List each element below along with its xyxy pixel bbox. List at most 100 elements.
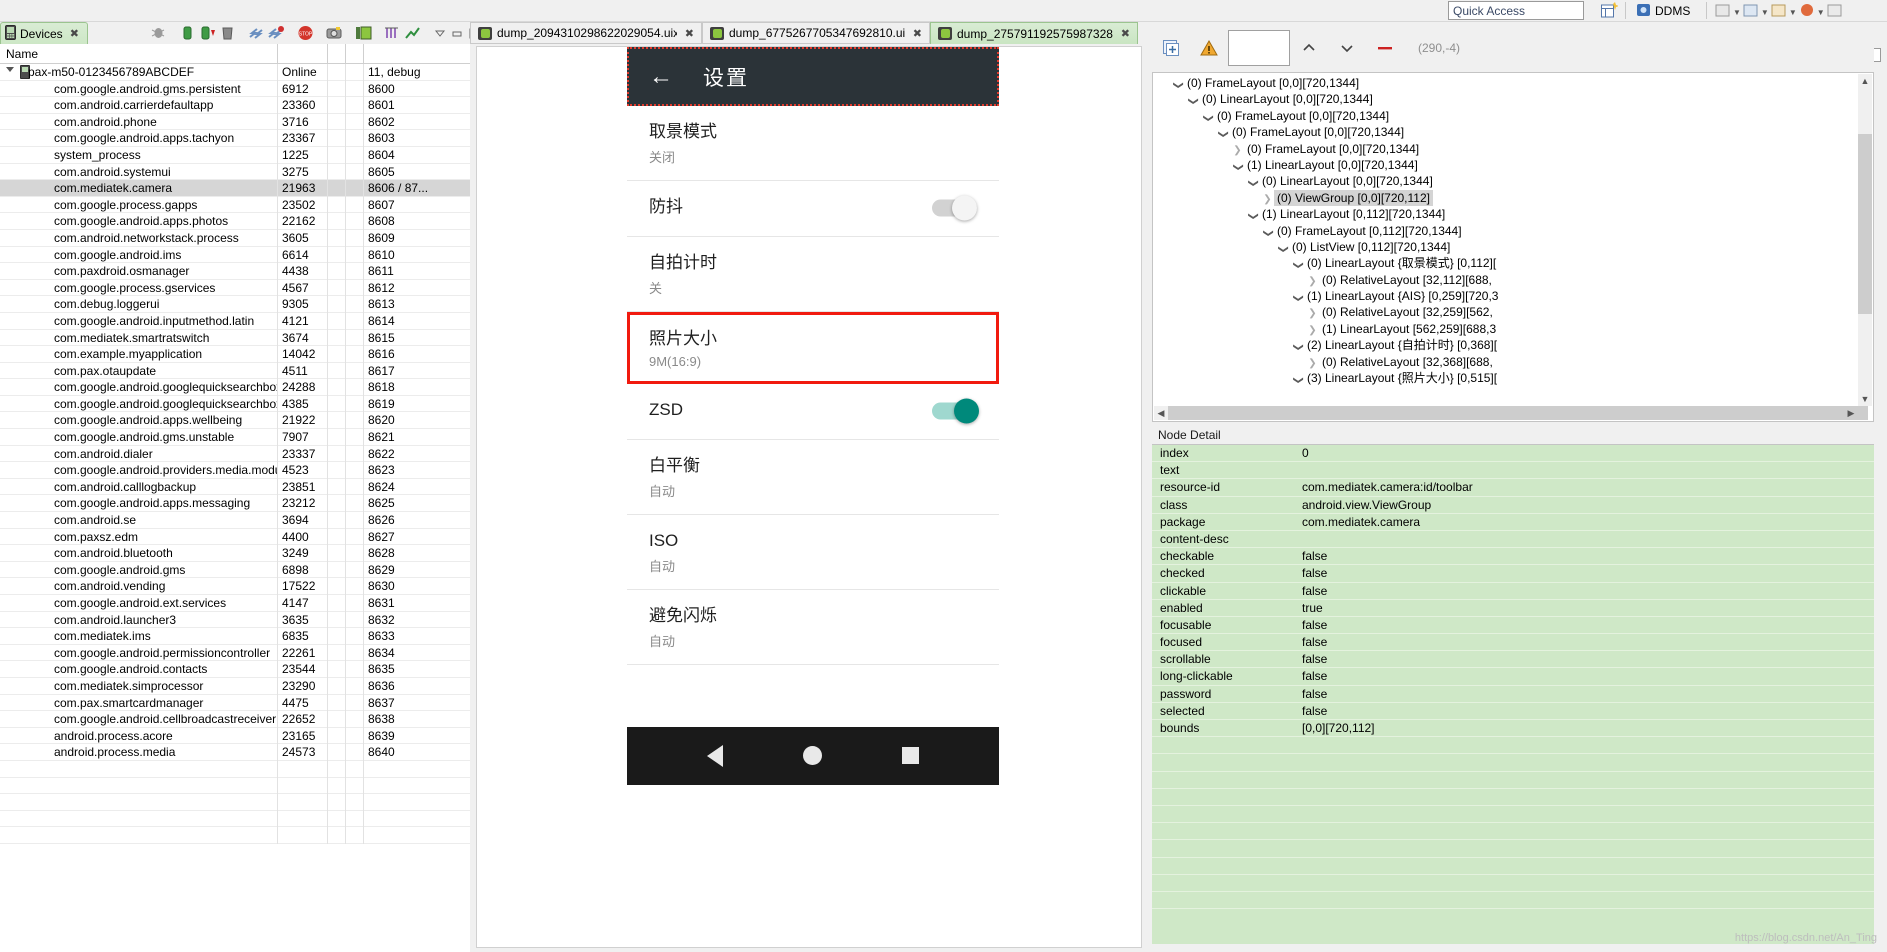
view-menu-icon[interactable] <box>433 25 447 41</box>
settings-list[interactable]: 取景模式 关闭 防抖 自拍计时关照片大小 9M(16:9) ZSD 白平衡 自动 ISO 自动 避免… <box>627 106 999 665</box>
settings-item-4[interactable]: 照片大小 9M(16:9) <box>627 311 999 384</box>
tree-node[interactable]: ❯ (0) ListView [0,112][720,1344] <box>1153 239 1857 255</box>
threads-icon[interactable] <box>248 25 265 41</box>
view-hierarchy-tree[interactable]: ❯ (0) FrameLayout [0,0][720,1344] ❯ (0) Lin… <box>1152 72 1874 422</box>
close-icon[interactable]: ✖ <box>70 27 79 40</box>
chevron-down-icon[interactable]: ❯ <box>1289 259 1305 272</box>
tree-hscroll-thumb[interactable] <box>1168 406 1868 420</box>
perspective-icon-3[interactable] <box>1771 3 1787 21</box>
perspective-icon-2[interactable] <box>1743 3 1759 21</box>
column-header-pid[interactable] <box>278 44 328 64</box>
chevron-down-icon[interactable]: ❯ <box>1274 243 1290 256</box>
chevron-down-icon[interactable]: ❯ <box>1229 161 1245 174</box>
table-row[interactable]: com.google.android.apps.messaging 23212 86… <box>0 495 470 513</box>
table-row[interactable]: com.google.android.googlequicksearchbox:… <box>0 395 470 413</box>
chevron-down-icon[interactable]: ❯ <box>1289 292 1305 305</box>
chevron-down-icon-2[interactable]: ▼ <box>1761 8 1769 17</box>
heap-icon[interactable] <box>179 25 196 41</box>
stop-icon[interactable]: STOP <box>297 25 314 41</box>
gc-icon[interactable] <box>219 25 236 41</box>
java-perspective-icon[interactable] <box>1799 3 1815 21</box>
chevron-down-icon[interactable]: ❯ <box>1169 79 1185 92</box>
table-row[interactable]: com.pax.otaupdate 4511 8617 <box>0 362 470 380</box>
tree-node[interactable]: ❯ (3) LinearLayout {照片大小} [0,515][ <box>1153 370 1857 386</box>
table-row[interactable]: com.google.android.apps.tachyon 23367 8603 <box>0 130 470 147</box>
table-row[interactable]: com.google.android.permissioncontroller 2… <box>0 644 470 662</box>
tree-node[interactable]: ❯ (0) LinearLayout [0,0][720,1344] <box>1153 173 1857 189</box>
table-row[interactable]: com.android.calllogbackup 23851 8624 <box>0 478 470 496</box>
toggle-switch[interactable] <box>932 195 977 221</box>
toggle-switch[interactable] <box>932 398 979 424</box>
tree-node[interactable]: ❯ (2) LinearLayout {自拍计时} [0,368][ <box>1153 337 1857 353</box>
threads-update-icon[interactable] <box>268 25 285 41</box>
settings-item-2[interactable]: 防抖 <box>627 181 999 237</box>
tree-node[interactable]: ❯ (0) LinearLayout {取景模式} [0,112][ <box>1153 255 1857 271</box>
tree-vertical-scrollbar[interactable]: ▲ ▼ <box>1858 74 1872 406</box>
nav-back-icon[interactable] <box>707 744 723 767</box>
tab-1[interactable]: dump_2094310298622029054.uix ✖ <box>470 22 702 44</box>
nav-recents-icon[interactable] <box>902 747 919 765</box>
chevron-down-icon-4[interactable]: ▼ <box>1817 8 1825 17</box>
new-perspective-icon[interactable] <box>1600 2 1619 19</box>
ddms-perspective-button[interactable]: DDMS <box>1636 2 1690 20</box>
chevron-down-icon[interactable]: ❯ <box>1199 111 1215 124</box>
tree-node[interactable]: ❯ (0) FrameLayout [0,0][720,1344] <box>1153 141 1857 157</box>
tree-vscroll-thumb[interactable] <box>1858 134 1872 314</box>
close-icon[interactable]: ✖ <box>913 27 922 40</box>
table-row[interactable]: com.google.android.gms.persistent 6912 860… <box>0 80 470 98</box>
chevron-down-icon[interactable] <box>1328 30 1366 66</box>
chevron-down-icon-1[interactable]: ▼ <box>1733 8 1741 17</box>
chevron-down-icon[interactable]: ❯ <box>1244 177 1260 190</box>
table-row[interactable]: android.process.media 24573 8640 <box>0 744 470 761</box>
table-row[interactable]: com.example.myapplication 14042 8616 <box>0 346 470 363</box>
chevron-down-icon[interactable]: ❯ <box>1214 128 1230 141</box>
settings-item-8[interactable]: 避免闪烁 自动 <box>627 590 999 665</box>
table-row[interactable]: com.google.android.apps.photos 22162 8608 <box>0 213 470 230</box>
table-row[interactable]: com.android.carrierdefaultapp 23360 8601 <box>0 97 470 114</box>
column-header-name[interactable]: Name <box>0 44 278 64</box>
table-row[interactable]: com.mediatek.ims 6835 8633 <box>0 628 470 645</box>
warning-icon[interactable] <box>1190 30 1228 66</box>
table-row[interactable]: com.mediatek.camera 21963 8606 / 87... <box>0 180 470 197</box>
table-row[interactable]: com.google.android.googlequicksearchbox:… <box>0 379 470 396</box>
nav-home-icon[interactable] <box>803 746 822 766</box>
open-screenshot-icon[interactable] <box>1152 30 1190 66</box>
table-row[interactable]: com.google.android.apps.wellbeing 21922 86… <box>0 412 470 430</box>
table-row[interactable]: com.mediatek.simprocessor 23290 8636 <box>0 677 470 695</box>
tree-node[interactable]: ❯ (1) LinearLayout [0,0][720,1344] <box>1153 157 1857 173</box>
settings-item-1[interactable]: 取景模式 关闭 <box>627 106 999 181</box>
table-row[interactable]: com.paxsz.edm 4400 8627 <box>0 528 470 546</box>
table-row[interactable]: com.google.android.ext.services 4147 8631 <box>0 595 470 612</box>
scroll-up-icon[interactable]: ▲ <box>1858 74 1872 88</box>
column-header-port[interactable] <box>364 44 470 64</box>
chevron-down-icon[interactable]: ❯ <box>1289 374 1305 387</box>
table-row[interactable]: com.google.android.gms.unstable 7907 8621 <box>0 429 470 446</box>
screenshot-canvas[interactable]: ← 设置 取景模式 关闭 防抖 自拍计时关照片大小 9M(16:9) ZSD 白平衡 自动 IS… <box>476 46 1142 948</box>
method-profiling-icon[interactable] <box>404 25 421 41</box>
chevron-down-icon[interactable]: ❯ <box>1259 226 1275 239</box>
table-row[interactable]: com.android.vending 17522 8630 <box>0 578 470 595</box>
tab-2[interactable]: dump_6775267705347692810.uix ✖ <box>702 22 930 44</box>
scroll-left-icon[interactable]: ◀ <box>1154 406 1168 420</box>
tree-node[interactable]: ❯ (0) RelativeLayout [32,112][688, <box>1153 272 1857 288</box>
chevron-down-icon[interactable]: ❯ <box>1289 341 1305 354</box>
table-row[interactable]: com.mediatek.smartratswitch 3674 8615 <box>0 329 470 347</box>
tree-node[interactable]: ❯ (1) LinearLayout [0,112][720,1344] <box>1153 206 1857 222</box>
tree-node[interactable]: ❯ (0) FrameLayout [0,0][720,1344] <box>1153 108 1857 124</box>
editor-tab-bar[interactable]: dump_2094310298622029054.uix ✖ dump_677526… <box>470 22 1148 44</box>
chevron-up-icon[interactable] <box>1290 30 1328 66</box>
table-row[interactable]: com.google.android.inputmethod.latin 4121… <box>0 312 470 330</box>
minus-icon[interactable] <box>1366 30 1404 66</box>
scroll-down-icon[interactable]: ▼ <box>1858 392 1872 406</box>
device-row[interactable]: pax-m50-0123456789ABCDEF Online 11, debu… <box>0 64 470 81</box>
close-icon[interactable]: ✖ <box>685 27 694 40</box>
settings-item-7[interactable]: ISO 自动 <box>627 515 999 590</box>
minimize-icon[interactable] <box>450 25 464 41</box>
device-screen-icon[interactable] <box>355 25 372 41</box>
tree-node[interactable]: ❯ (0) ViewGroup [0,0][720,112] <box>1153 189 1857 207</box>
perspective-icon-1[interactable] <box>1715 3 1731 21</box>
tree-node[interactable]: ❯ (1) LinearLayout {AIS} [0,259][720,3 <box>1153 288 1857 304</box>
table-row[interactable]: com.google.android.contacts 23544 8635 <box>0 661 470 678</box>
search-input[interactable] <box>1228 30 1290 66</box>
node-detail-table[interactable]: index 0 text resource-id com.mediatek.camera… <box>1152 444 1874 944</box>
